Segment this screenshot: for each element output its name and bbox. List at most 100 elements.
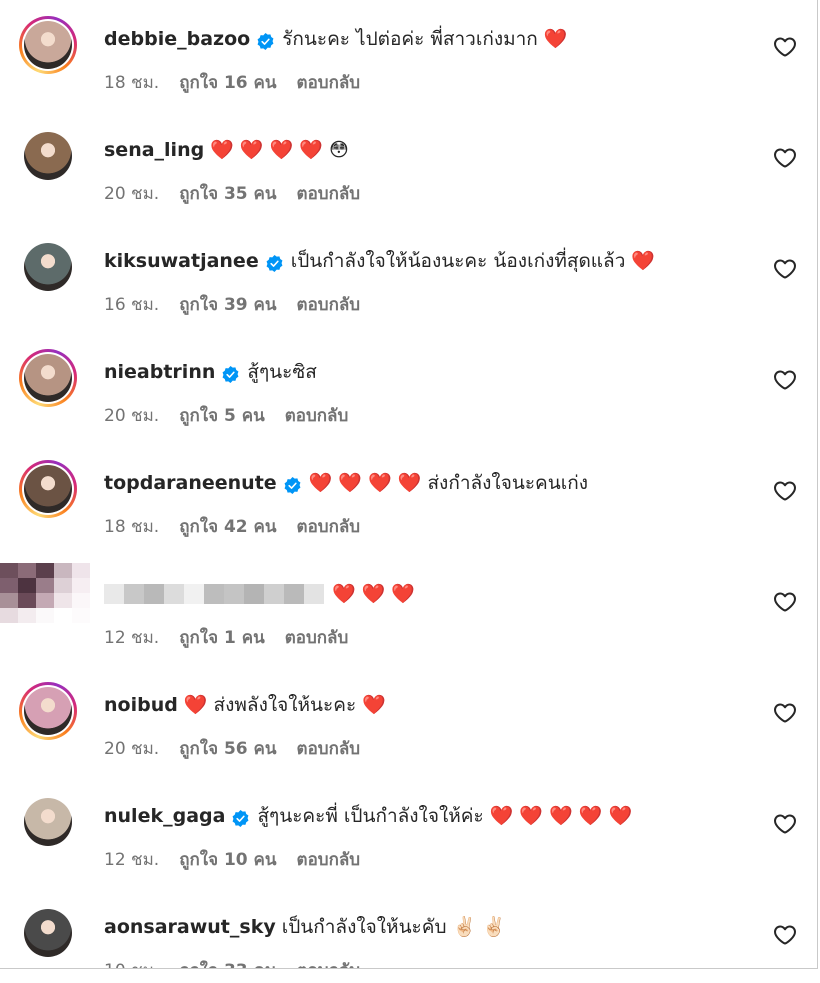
like-heart-icon[interactable] bbox=[773, 35, 797, 59]
username-link[interactable]: debbie_bazoo bbox=[104, 24, 250, 54]
avatar-photo bbox=[24, 243, 72, 291]
comment-item: aonsarawut_skyเป็นกำลังใจให้นะคับ ✌🏻 ✌🏻 1… bbox=[0, 882, 817, 968]
username-link[interactable]: noibud bbox=[104, 690, 178, 720]
username-link[interactable]: sena_ling bbox=[104, 135, 204, 165]
comment-meta: 20 ชม. ถูกใจ 5 คน ตอบกลับ bbox=[104, 402, 348, 429]
comment-timestamp[interactable]: 20 ชม. bbox=[104, 180, 159, 207]
comment-timestamp[interactable]: 10 ชม. bbox=[104, 957, 159, 968]
comment-item: noibud ❤️ ส่งพลังใจให้นะคะ ❤️ 20 ชม. ถูกใจ … bbox=[0, 660, 817, 771]
comment-meta: 18 ชม. ถูกใจ 16 คน ตอบกลับ bbox=[104, 69, 360, 96]
username-link[interactable]: aonsarawut_sky bbox=[104, 912, 276, 942]
comment-item: topdaraneenute ❤️ ❤️ ❤️ ❤️ ส่งกำลังใจนะคน… bbox=[0, 438, 817, 549]
comment-meta: 18 ชม. ถูกใจ 42 คน ตอบกลับ bbox=[104, 513, 360, 540]
reply-button[interactable]: ตอบกลับ bbox=[297, 846, 361, 873]
comment-item: ❤️ ❤️ ❤️ 12 ชม. ถูกใจ 1 คน ตอบกลับ bbox=[0, 549, 817, 660]
avatar-pixel bbox=[36, 578, 54, 593]
avatar[interactable] bbox=[19, 238, 77, 296]
like-heart-icon[interactable] bbox=[773, 923, 797, 947]
comment-item: nieabtrinn สู้ๆนะซิส 20 ชม. ถูกใจ 5 คน ตอบกล… bbox=[0, 327, 817, 438]
username-pixel bbox=[304, 584, 324, 604]
username-link[interactable]: nieabtrinn bbox=[104, 357, 215, 387]
username-link[interactable]: kiksuwatjanee bbox=[104, 246, 259, 276]
comment-item: debbie_bazoo รักนะคะ ไปต่อค่ะ พี่สาวเก่งม… bbox=[0, 0, 817, 105]
verified-badge-icon bbox=[283, 474, 302, 494]
likes-count[interactable]: ถูกใจ 39 คน bbox=[179, 291, 276, 318]
username-pixel bbox=[224, 584, 244, 604]
comment-timestamp[interactable]: 20 ชม. bbox=[104, 402, 159, 429]
like-heart-icon[interactable] bbox=[773, 257, 797, 281]
avatar-pixel bbox=[18, 608, 36, 623]
avatar-pixel bbox=[54, 593, 72, 608]
like-heart-icon[interactable] bbox=[773, 701, 797, 725]
reply-button[interactable]: ตอบกลับ bbox=[297, 291, 361, 318]
likes-count[interactable]: ถูกใจ 35 คน bbox=[179, 180, 276, 207]
comment-item: sena_ling ❤️ ❤️ ❤️ ❤️ 😳 20 ชม. ถูกใจ 35 คน ต… bbox=[0, 105, 817, 216]
likes-count[interactable]: ถูกใจ 33 คน bbox=[179, 957, 276, 968]
avatar-pixel bbox=[72, 563, 90, 578]
like-heart-icon[interactable] bbox=[773, 368, 797, 392]
comment-text: สู้ๆนะคะพี่ เป็นกำลังใจให้ค่ะ ❤️ ❤️ ❤️ ❤… bbox=[257, 805, 633, 827]
comment-meta: 10 ชม. ถูกใจ 33 คน ตอบกลับ bbox=[104, 957, 361, 968]
reply-button[interactable]: ตอบกลับ bbox=[297, 513, 361, 540]
avatar[interactable] bbox=[19, 904, 77, 962]
username-redacted[interactable] bbox=[104, 584, 324, 604]
avatar-pixel bbox=[54, 563, 72, 578]
avatar-frame bbox=[22, 796, 74, 848]
like-heart-icon[interactable] bbox=[773, 590, 797, 614]
avatar-frame bbox=[22, 352, 74, 404]
comment-timestamp[interactable]: 12 ชม. bbox=[104, 846, 159, 873]
reply-button[interactable]: ตอบกลับ bbox=[297, 735, 361, 762]
avatar-pixel bbox=[18, 563, 36, 578]
avatar-frame bbox=[22, 685, 74, 737]
avatar[interactable] bbox=[19, 682, 77, 740]
avatar-frame bbox=[22, 19, 74, 71]
reply-button[interactable]: ตอบกลับ bbox=[285, 402, 349, 429]
comment-text: ❤️ ❤️ ❤️ bbox=[332, 583, 416, 605]
avatar[interactable] bbox=[19, 349, 77, 407]
verified-badge-icon bbox=[265, 252, 284, 272]
avatar-photo bbox=[24, 354, 72, 402]
likes-count[interactable]: ถูกใจ 10 คน bbox=[179, 846, 276, 873]
like-heart-icon[interactable] bbox=[773, 146, 797, 170]
username-pixel bbox=[284, 584, 304, 604]
avatar-pixel bbox=[18, 593, 36, 608]
comment-body: kiksuwatjanee เป็นกำลังใจให้น้องนะคะ น้อง… bbox=[104, 246, 655, 276]
likes-count[interactable]: ถูกใจ 1 คน bbox=[179, 624, 265, 651]
avatar[interactable] bbox=[19, 460, 77, 518]
reply-button[interactable]: ตอบกลับ bbox=[297, 69, 361, 96]
avatar-pixel bbox=[72, 608, 90, 623]
avatar-photo bbox=[24, 909, 72, 957]
likes-count[interactable]: ถูกใจ 42 คน bbox=[179, 513, 276, 540]
username-link[interactable]: topdaraneenute bbox=[104, 468, 277, 498]
like-heart-icon[interactable] bbox=[773, 479, 797, 503]
comment-timestamp[interactable]: 18 ชม. bbox=[104, 69, 159, 96]
username-pixel bbox=[184, 584, 204, 604]
username-link[interactable]: nulek_gaga bbox=[104, 801, 225, 831]
comment-timestamp[interactable]: 20 ชม. bbox=[104, 735, 159, 762]
avatar[interactable] bbox=[19, 16, 77, 74]
comment-timestamp[interactable]: 16 ชม. bbox=[104, 291, 159, 318]
avatar-photo bbox=[24, 132, 72, 180]
comment-meta: 16 ชม. ถูกใจ 39 คน ตอบกลับ bbox=[104, 291, 360, 318]
avatar-pixel bbox=[36, 593, 54, 608]
likes-count[interactable]: ถูกใจ 5 คน bbox=[179, 402, 265, 429]
likes-count[interactable]: ถูกใจ 16 คน bbox=[179, 69, 276, 96]
username-pixel bbox=[204, 584, 224, 604]
likes-count[interactable]: ถูกใจ 56 คน bbox=[179, 735, 276, 762]
reply-button[interactable]: ตอบกลับ bbox=[297, 180, 361, 207]
like-heart-icon[interactable] bbox=[773, 812, 797, 836]
reply-button[interactable]: ตอบกลับ bbox=[285, 624, 349, 651]
reply-button[interactable]: ตอบกลับ bbox=[297, 957, 361, 968]
comment-text: เป็นกำลังใจให้น้องนะคะ น้องเก่งที่สุดแล้… bbox=[290, 250, 656, 272]
avatar[interactable] bbox=[19, 127, 77, 185]
comment-timestamp[interactable]: 12 ชม. bbox=[104, 624, 159, 651]
comment-text: ❤️ ❤️ ❤️ ❤️ ส่งกำลังใจนะคนเก่ง bbox=[308, 472, 589, 494]
comment-body: sena_ling ❤️ ❤️ ❤️ ❤️ 😳 bbox=[104, 135, 349, 165]
comment-timestamp[interactable]: 18 ชม. bbox=[104, 513, 159, 540]
avatar[interactable] bbox=[0, 563, 90, 623]
verified-badge-icon bbox=[256, 30, 275, 50]
avatar-pixel bbox=[0, 578, 18, 593]
comment-text: รักนะคะ ไปต่อค่ะ พี่สาวเก่งมาก ❤️ bbox=[282, 28, 568, 50]
comment-meta: 12 ชม. ถูกใจ 10 คน ตอบกลับ bbox=[104, 846, 360, 873]
avatar[interactable] bbox=[19, 793, 77, 851]
